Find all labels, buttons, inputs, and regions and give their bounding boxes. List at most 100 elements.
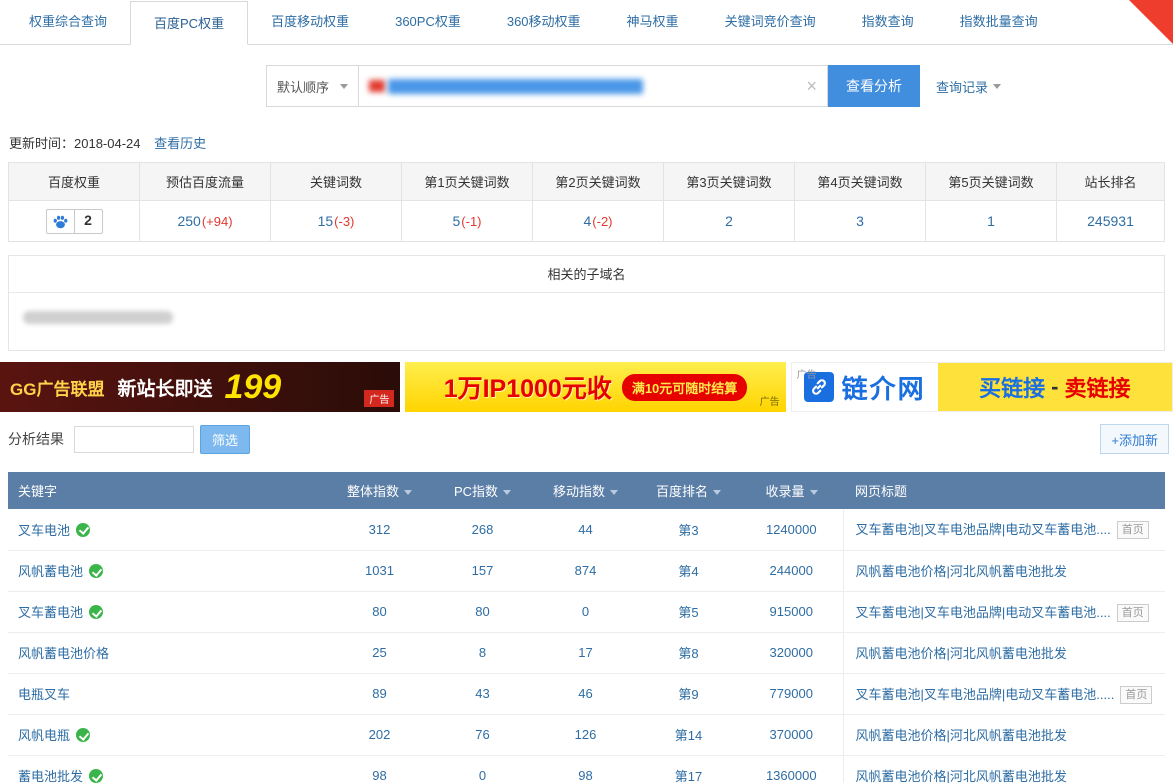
baidu-rank-cell: 第9 — [637, 673, 740, 714]
page-title-link[interactable]: 风帆蓄电池价格|河北风帆蓄电池批发 — [856, 728, 1067, 743]
mobile-index-value[interactable]: 17 — [578, 645, 592, 660]
sort-caret-icon[interactable] — [404, 490, 412, 495]
collected-count-value[interactable]: 915000 — [770, 604, 813, 619]
sort-caret-icon[interactable] — [713, 490, 721, 495]
baidu-rank-value[interactable]: 第17 — [675, 769, 702, 783]
view-history-link[interactable]: 查看历史 — [154, 136, 206, 151]
analyze-button[interactable]: 查看分析 — [828, 65, 920, 107]
pc-index-value[interactable]: 157 — [472, 563, 494, 578]
overall-index-value[interactable]: 312 — [369, 522, 391, 537]
baidu-weight-badge[interactable]: 2 — [46, 209, 103, 234]
sort-order-select[interactable]: 默认顺序 — [266, 65, 358, 107]
baidu-rank-value[interactable]: 第5 — [678, 605, 698, 620]
overall-index-value[interactable]: 1031 — [365, 563, 394, 578]
sort-caret-icon[interactable] — [503, 490, 511, 495]
overall-index-value[interactable]: 89 — [372, 686, 386, 701]
overall-index-value[interactable]: 25 — [372, 645, 386, 660]
tab-360-pc-weight[interactable]: 360PC权重 — [372, 0, 484, 44]
sort-caret-icon[interactable] — [610, 490, 618, 495]
filter-button[interactable]: 筛选 — [200, 425, 250, 454]
tab-360-mobile-weight[interactable]: 360移动权重 — [484, 0, 604, 44]
keyword-cell: 蓄电池批发 — [8, 755, 328, 783]
baidu-rank-value[interactable]: 第4 — [678, 564, 698, 579]
stat-value[interactable]: 4 — [583, 213, 591, 229]
censored-subdomain-link[interactable] — [23, 311, 173, 324]
baidu-rank-value[interactable]: 第9 — [678, 687, 698, 702]
column-header-6[interactable]: 收录量 — [740, 472, 843, 509]
collected-count-value[interactable]: 370000 — [770, 727, 813, 742]
add-keyword-button[interactable]: +添加新 — [1100, 424, 1169, 454]
stat-value[interactable]: 15 — [318, 213, 334, 229]
censored-mark — [369, 80, 385, 92]
mobile-index-value[interactable]: 0 — [582, 604, 589, 619]
keyword-link[interactable]: 蓄电池批发 — [18, 769, 83, 783]
column-header-3[interactable]: PC指数 — [431, 472, 534, 509]
baidu-rank-value[interactable]: 第14 — [675, 728, 702, 743]
mobile-index-value[interactable]: 874 — [575, 563, 597, 578]
tab-weight-overview[interactable]: 权重综合查询 — [6, 0, 130, 44]
pc-index-value[interactable]: 268 — [472, 522, 494, 537]
indexed-check-icon — [76, 523, 90, 537]
home-page-badge: 首页 — [1117, 521, 1149, 539]
collected-count-value[interactable]: 1360000 — [766, 768, 817, 783]
sort-caret-icon[interactable] — [810, 490, 818, 495]
overall-index-value[interactable]: 80 — [372, 604, 386, 619]
filter-input[interactable] — [74, 426, 194, 453]
stat-value[interactable]: 250 — [177, 213, 200, 229]
keyword-table-row: 风帆电瓶 202 76 126 第14 370000 风帆蓄电池价格|河北风帆蓄电池批发 — [8, 714, 1165, 755]
tab-baidu-pc-weight[interactable]: 百度PC权重 — [130, 1, 248, 45]
tab-index-query[interactable]: 指数查询 — [839, 0, 937, 44]
stat-value[interactable]: 5 — [452, 213, 460, 229]
ad-slogan-text: 新站长即送 — [117, 374, 212, 401]
keyword-link[interactable]: 电瓶叉车 — [18, 687, 70, 702]
tab-shenma-weight[interactable]: 神马权重 — [604, 0, 702, 44]
tab-baidu-mobile-weight[interactable]: 百度移动权重 — [248, 0, 372, 44]
keyword-link[interactable]: 风帆蓄电池价格 — [18, 646, 109, 661]
tab-keyword-bid-query[interactable]: 关键词竞价查询 — [702, 0, 839, 44]
ad-banner-ip[interactable]: 1万IP1000元收 满10元可随时结算 广告 — [405, 362, 785, 412]
mobile-index-value[interactable]: 126 — [575, 727, 597, 742]
keyword-link[interactable]: 风帆蓄电池 — [18, 564, 83, 579]
ad-banner-gg[interactable]: GG广告联盟 新站长即送 199 广告 — [0, 362, 400, 412]
collected-count-value[interactable]: 320000 — [770, 645, 813, 660]
tab-index-batch-query[interactable]: 指数批量查询 — [937, 0, 1061, 44]
search-input[interactable]: × — [358, 65, 828, 107]
collected-count-value[interactable]: 779000 — [770, 686, 813, 701]
baidu-rank-value[interactable]: 第8 — [678, 646, 698, 661]
page-title-cell: 叉车蓄电池|叉车电池品牌|电动叉车蓄电池.....首页 — [843, 673, 1165, 714]
page-title-link[interactable]: 叉车蓄电池|叉车电池品牌|电动叉车蓄电池.... — [856, 522, 1111, 537]
pc-index-value[interactable]: 8 — [479, 645, 486, 660]
page-title-cell: 风帆蓄电池价格|河北风帆蓄电池批发 — [843, 550, 1165, 591]
column-header-4[interactable]: 移动指数 — [534, 472, 637, 509]
query-history-link[interactable]: 查询记录 — [936, 65, 1001, 107]
stat-value[interactable]: 1 — [987, 213, 995, 229]
promo-corner-ribbon[interactable] — [1129, 0, 1173, 44]
pc-index-value[interactable]: 80 — [475, 604, 489, 619]
overall-index-value[interactable]: 98 — [372, 768, 386, 783]
keyword-link[interactable]: 风帆电瓶 — [18, 728, 70, 743]
keyword-link[interactable]: 叉车蓄电池 — [18, 605, 83, 620]
page-title-link[interactable]: 风帆蓄电池价格|河北风帆蓄电池批发 — [856, 646, 1067, 661]
column-header-5[interactable]: 百度排名 — [637, 472, 740, 509]
page-title-link[interactable]: 叉车蓄电池|叉车电池品牌|电动叉车蓄电池..... — [856, 687, 1115, 702]
mobile-index-value[interactable]: 44 — [578, 522, 592, 537]
mobile-index-cell: 98 — [534, 755, 637, 783]
page-title-link[interactable]: 风帆蓄电池价格|河北风帆蓄电池批发 — [856, 769, 1067, 783]
overall-index-value[interactable]: 202 — [369, 727, 391, 742]
page-title-link[interactable]: 叉车蓄电池|叉车电池品牌|电动叉车蓄电池.... — [856, 605, 1111, 620]
column-header-2[interactable]: 整体指数 — [328, 472, 431, 509]
collected-count-value[interactable]: 244000 — [770, 563, 813, 578]
collected-count-value[interactable]: 1240000 — [766, 522, 817, 537]
ad-banner-lianjie[interactable]: 广告 链介网 买链接 - 卖链接 — [791, 362, 1173, 412]
stat-value[interactable]: 3 — [856, 213, 864, 229]
mobile-index-value[interactable]: 98 — [578, 768, 592, 783]
page-title-link[interactable]: 风帆蓄电池价格|河北风帆蓄电池批发 — [856, 564, 1067, 579]
pc-index-value[interactable]: 0 — [479, 768, 486, 783]
pc-index-value[interactable]: 76 — [475, 727, 489, 742]
baidu-rank-value[interactable]: 第3 — [678, 523, 698, 538]
mobile-index-value[interactable]: 46 — [578, 686, 592, 701]
keyword-link[interactable]: 叉车电池 — [18, 523, 70, 538]
clear-icon[interactable]: × — [806, 77, 817, 95]
pc-index-value[interactable]: 43 — [475, 686, 489, 701]
stat-value[interactable]: 2 — [725, 213, 733, 229]
